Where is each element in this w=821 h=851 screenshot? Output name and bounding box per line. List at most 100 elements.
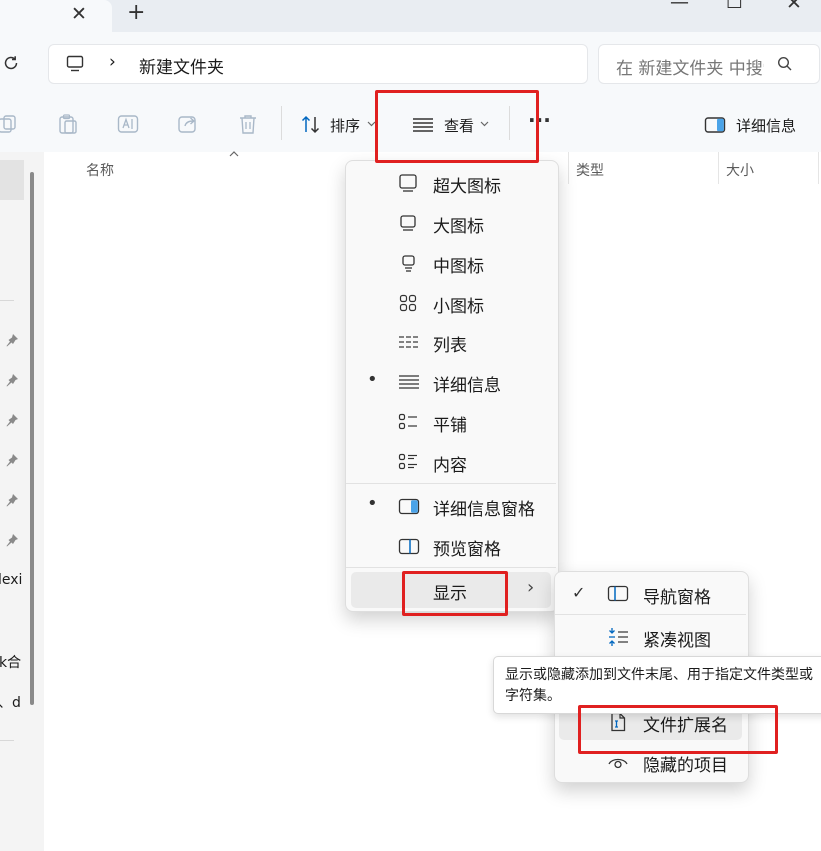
menu-separator (555, 614, 746, 615)
close-tab-button[interactable]: ✕ (71, 4, 87, 24)
menu-separator (346, 483, 556, 484)
trash-icon (240, 115, 256, 134)
nav-item-fragment[interactable]: lexi (0, 572, 22, 588)
column-header-name[interactable]: 名称 (86, 160, 114, 180)
rename-button[interactable] (117, 113, 139, 135)
extra-large-icons-icon (398, 173, 418, 193)
menu-item-label: 详细信息 (433, 376, 501, 396)
column-header-size[interactable]: 大小 (726, 160, 754, 180)
medium-icons-icon (401, 254, 417, 272)
search-box[interactable]: 在 新建文件夹 中搜索 (598, 44, 820, 84)
sort-icon (300, 114, 322, 136)
title-bar (0, 0, 821, 32)
menu-item-label: 大图标 (433, 217, 484, 237)
submenu-item-compact-view[interactable]: 紧凑视图 (559, 620, 742, 654)
nav-item-selected[interactable] (0, 160, 24, 200)
menu-item-details-pane[interactable]: • 详细信息窗格 (351, 489, 551, 525)
nav-scrollbar[interactable] (30, 172, 34, 705)
chevron-right-icon: › (527, 577, 535, 598)
breadcrumb-item[interactable]: 新建文件夹 (139, 53, 224, 78)
copy-icon (0, 115, 16, 133)
menu-item-preview-pane[interactable]: 预览窗格 (351, 529, 551, 565)
column-divider[interactable] (718, 152, 719, 184)
nav-divider (0, 300, 14, 301)
chevron-down-icon (367, 121, 376, 127)
submenu-item-hidden-items[interactable]: 隐藏的项目 (559, 745, 742, 779)
details-pane-label: 详细信息 (736, 117, 797, 135)
submenu-item-label: 隐藏的项目 (643, 756, 728, 776)
submenu-item-label: 导航窗格 (643, 588, 711, 608)
menu-item-details[interactable]: • 详细信息 (351, 365, 551, 401)
maximize-button[interactable]: ☐ (726, 0, 743, 12)
submenu-item-navigation-pane[interactable]: ✓ 导航窗格 (559, 577, 742, 611)
share-icon (178, 116, 196, 133)
hidden-items-icon (607, 753, 629, 771)
breadcrumb-separator[interactable]: › (109, 52, 116, 72)
sort-ascending-icon (229, 151, 239, 157)
menu-item-label: 预览窗格 (433, 540, 501, 560)
menu-item-label: 中图标 (433, 257, 484, 277)
menu-item-content[interactable]: 内容 (351, 445, 551, 481)
pin-icon (5, 493, 19, 507)
selected-bullet: • (367, 493, 378, 514)
delete-button[interactable] (237, 113, 259, 135)
list-icon (398, 334, 418, 350)
view-icon (412, 115, 434, 135)
menu-item-extra-large-icons[interactable]: 超大图标 (351, 166, 551, 202)
column-divider[interactable] (818, 152, 819, 184)
pin-icon (5, 333, 19, 347)
file-extension-icon (610, 712, 626, 732)
tooltip: 显示或隐藏添加到文件末尾、用于指定文件类型或 字符集。 (493, 656, 821, 714)
submenu-item-label: 文件扩展名 (643, 716, 728, 736)
chevron-down-icon (480, 121, 489, 127)
tooltip-line: 显示或隐藏添加到文件末尾、用于指定文件类型或 (505, 667, 813, 683)
pin-icon (5, 453, 19, 467)
menu-item-show[interactable]: 显示 › (351, 572, 551, 608)
preview-pane-icon (398, 538, 420, 555)
new-tab-button[interactable]: + (127, 2, 145, 24)
check-icon: ✓ (572, 583, 586, 602)
share-button[interactable] (177, 113, 199, 135)
compact-view-icon (607, 627, 629, 647)
pin-icon (5, 413, 19, 427)
copy-button[interactable] (0, 114, 18, 136)
refresh-button[interactable] (2, 54, 20, 72)
sort-button[interactable]: 排序 (298, 112, 378, 138)
selected-bullet: • (367, 369, 378, 390)
menu-item-large-icons[interactable]: 大图标 (351, 206, 551, 242)
search-input[interactable]: 在 新建文件夹 中搜索 (616, 54, 764, 79)
details-pane-icon (398, 498, 420, 515)
view-button[interactable]: 查看 (404, 112, 494, 138)
content-icon (398, 453, 418, 471)
menu-item-label: 显示 (433, 584, 467, 604)
menu-separator (346, 567, 556, 568)
menu-item-label: 列表 (433, 336, 467, 356)
more-options-button[interactable]: ··· (528, 108, 551, 132)
menu-item-medium-icons[interactable]: 中图标 (351, 246, 551, 282)
nav-item-fragment[interactable]: k合 (0, 652, 21, 672)
paste-button[interactable] (57, 113, 79, 135)
close-window-button[interactable]: ✕ (786, 0, 802, 13)
menu-item-tiles[interactable]: 平铺 (351, 405, 551, 441)
search-icon[interactable] (777, 56, 793, 72)
address-bar[interactable]: › 新建文件夹 (48, 44, 588, 84)
details-pane-button[interactable]: 详细信息 (702, 112, 812, 138)
details-pane-icon (704, 116, 726, 134)
menu-item-label: 内容 (433, 456, 467, 476)
toolbar-divider (281, 106, 282, 140)
menu-item-label: 小图标 (433, 297, 484, 317)
column-divider[interactable] (568, 152, 569, 184)
tab-new-folder[interactable] (0, 0, 112, 32)
column-header-type[interactable]: 类型 (576, 160, 604, 180)
menu-item-label: 超大图标 (433, 177, 501, 197)
tooltip-line: 字符集。 (505, 688, 561, 704)
menu-item-small-icons[interactable]: 小图标 (351, 286, 551, 322)
nav-item-fragment[interactable]: 、d (0, 692, 21, 710)
menu-item-list[interactable]: 列表 (351, 325, 551, 361)
minimize-button[interactable]: — (670, 0, 689, 12)
computer-icon (65, 54, 85, 74)
nav-fragments: lexi k合 、d (0, 570, 28, 710)
paste-icon (59, 114, 77, 134)
small-icons-icon (399, 294, 417, 312)
refresh-icon (4, 56, 18, 70)
